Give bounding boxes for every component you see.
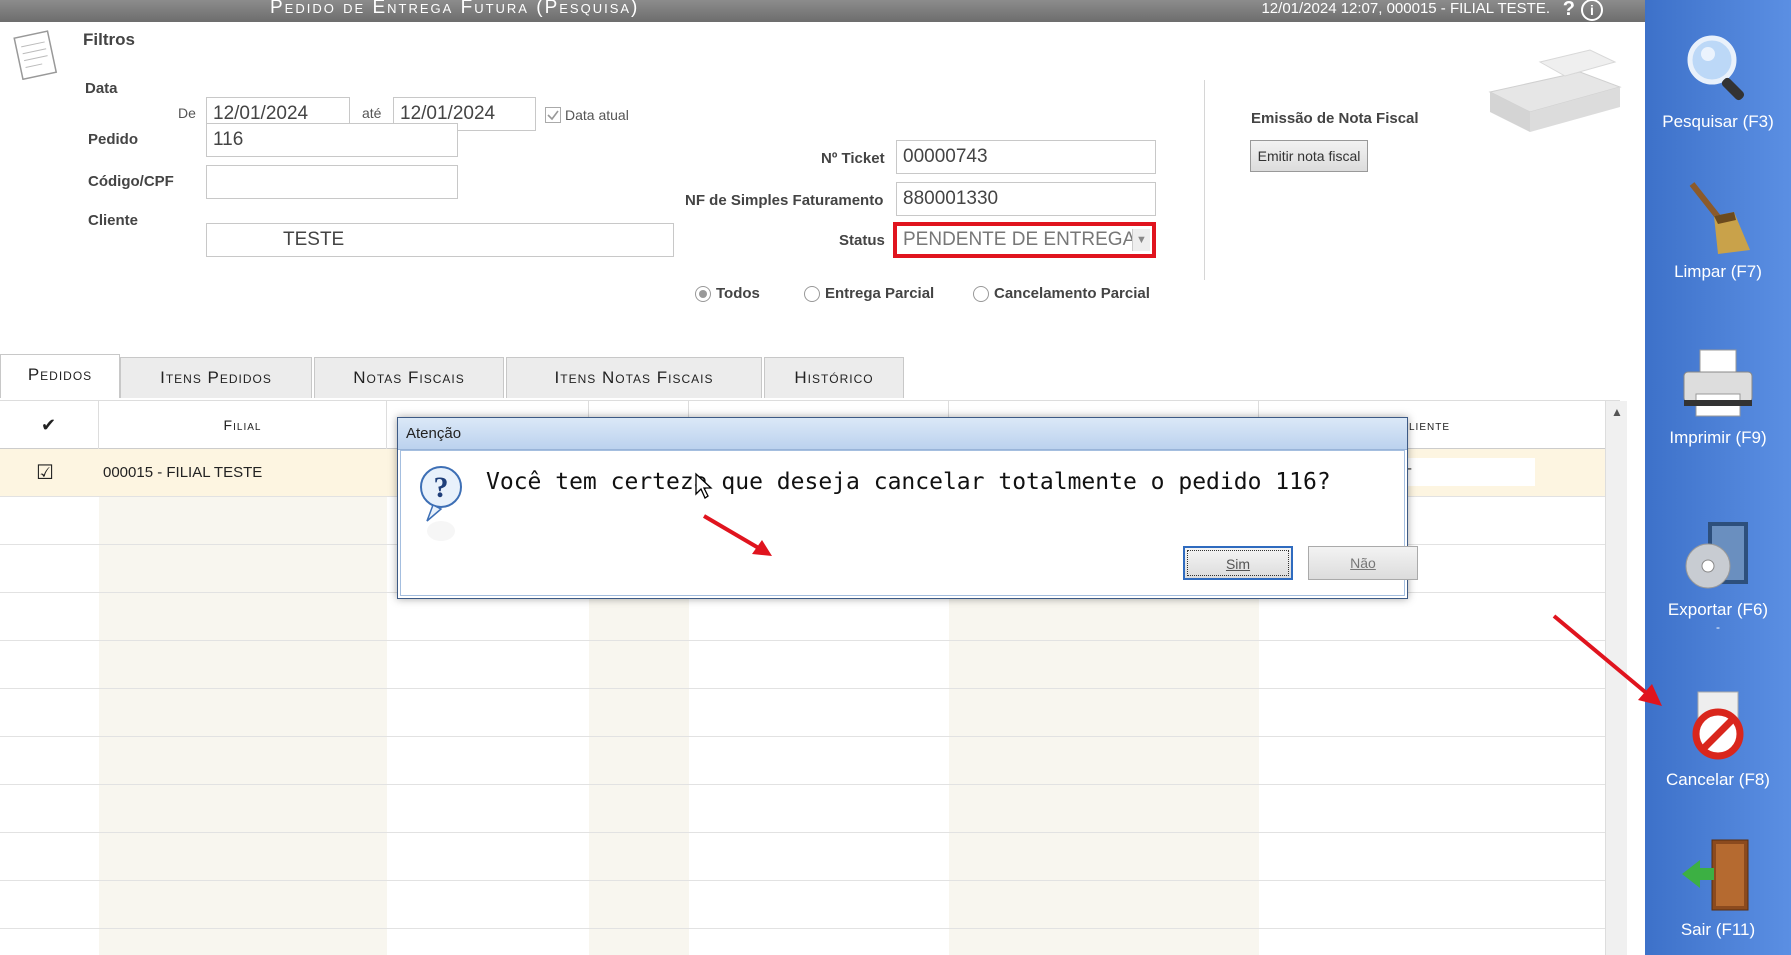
table-row[interactable] (0, 881, 1605, 929)
session-info: 12/01/2024 12:07, 000015 - FILIAL TESTE. (1261, 0, 1550, 17)
pesquisar-button[interactable]: Pesquisar (F3) (1645, 28, 1791, 132)
imprimir-button[interactable]: Imprimir (F9) (1645, 344, 1791, 448)
cancelar-button[interactable]: Cancelar (F8) (1645, 686, 1791, 790)
data-label: Data (85, 80, 118, 97)
radio-entrega-parcial[interactable] (804, 286, 820, 302)
table-row[interactable] (0, 689, 1605, 737)
exportar-sub: - (1716, 620, 1720, 634)
sair-button[interactable]: Sair (F11) (1645, 836, 1791, 940)
de-label: De (178, 105, 196, 121)
table-row[interactable] (0, 833, 1605, 881)
fiscal-printer-icon (1488, 49, 1622, 132)
question-icon: ? (420, 466, 462, 541)
header-filial[interactable]: Filial (99, 401, 387, 449)
cliente-label: Cliente (88, 212, 139, 229)
tab-itens-notas-fiscais[interactable]: Itens Notas Fiscais (506, 357, 762, 398)
filters-title: Filtros (83, 30, 135, 49)
radio-cancelamento-parcial[interactable] (973, 286, 989, 302)
tab-notas-fiscais[interactable]: Notas Fiscais (314, 357, 504, 398)
data-atual-label: Data atual (565, 107, 629, 123)
nf-label: NF de Simples Faturamento (685, 192, 884, 209)
divider (1204, 80, 1205, 280)
nao-button[interactable]: Não (1308, 546, 1418, 580)
table-row[interactable] (0, 737, 1605, 785)
radio-todos-label: Todos (716, 285, 760, 302)
row-cliente-box: - (1405, 458, 1535, 486)
tab-historico[interactable]: Histórico (764, 357, 904, 398)
tab-pedidos[interactable]: Pedidos (0, 354, 120, 398)
nf-input[interactable]: 880001330 (896, 182, 1156, 216)
row-filial: 000015 - FILIAL TESTE (103, 464, 263, 481)
pesquisar-label: Pesquisar (F3) (1662, 112, 1774, 131)
pedido-label: Pedido (88, 131, 139, 148)
tab-bar: Pedidos Itens Pedidos Notas Fiscais Iten… (0, 354, 1640, 398)
codigo-input[interactable] (206, 165, 458, 199)
ticket-input[interactable]: 00000743 (896, 140, 1156, 174)
status-value: PENDENTE DE ENTREGA (903, 229, 1136, 250)
exportar-button[interactable]: Exportar (F6) - (1645, 516, 1791, 634)
notepad-icon (13, 30, 58, 80)
title-bar: Pedido de Entrega Futura (Pesquisa) 12/0… (0, 0, 1645, 22)
chevron-down-icon[interactable]: ▼ (1132, 229, 1150, 251)
limpar-button[interactable]: Limpar (F7) (1645, 178, 1791, 282)
status-label: Status (839, 232, 885, 249)
broom-icon (1689, 182, 1750, 254)
exit-door-icon (1682, 839, 1749, 911)
pedido-input[interactable]: 116 (206, 123, 458, 157)
chevron-up-icon[interactable]: ▲ (1606, 401, 1628, 423)
table-row[interactable] (0, 641, 1605, 689)
magnifier-icon (1687, 35, 1745, 101)
info-icon[interactable]: i (1581, 0, 1603, 21)
radio-entrega-label: Entrega Parcial (825, 285, 935, 302)
dialog-title: Atenção (398, 418, 1407, 450)
header-check[interactable]: ✔ (0, 401, 99, 449)
emitir-nota-button[interactable]: Emitir nota fiscal (1250, 140, 1368, 172)
dialog-message: Você tem certeza que deseja cancelar tot… (486, 469, 1331, 495)
help-icon[interactable]: ? (1563, 0, 1575, 21)
table-row[interactable] (0, 593, 1605, 641)
sair-label: Sair (F11) (1680, 920, 1756, 939)
limpar-label: Limpar (F7) (1674, 262, 1762, 281)
imprimir-label: Imprimir (F9) (1669, 428, 1767, 447)
cancelar-label: Cancelar (F8) (1666, 770, 1770, 789)
check-icon (547, 110, 559, 121)
window-title: Pedido de Entrega Futura (Pesquisa) (270, 0, 640, 18)
row-checkbox[interactable]: ☑ (36, 449, 54, 497)
nf-emissao-title: Emissão de Nota Fiscal (1251, 110, 1419, 127)
ticket-label: Nº Ticket (821, 150, 885, 167)
svg-text:?: ? (434, 471, 449, 504)
confirm-dialog: Atenção ? Você tem certeza que deseja ca… (397, 417, 1418, 599)
action-sidebar: Pesquisar (F3) Limpar (F7) Imprimir (F9)… (1645, 0, 1791, 955)
printer-icon (1683, 349, 1753, 417)
status-select[interactable]: PENDENTE DE ENTREGA ▼ (893, 222, 1156, 258)
cancel-icon (1692, 691, 1744, 760)
ate-label: até (362, 105, 382, 121)
tab-itens-pedidos[interactable]: Itens Pedidos (120, 357, 312, 398)
vertical-scrollbar[interactable]: ▲ (1605, 401, 1627, 955)
codigo-label: Código/CPF (88, 173, 174, 190)
exportar-label: Exportar (F6) (1667, 600, 1769, 619)
export-disc-icon (1685, 522, 1748, 589)
filters-panel: Filtros Data De 12/01/2024 até 12/01/202… (0, 22, 1645, 352)
table-row[interactable] (0, 785, 1605, 833)
data-atual-checkbox[interactable] (545, 107, 561, 123)
radio-cancel-label: Cancelamento Parcial (994, 285, 1150, 302)
cliente-input[interactable]: TESTE (206, 223, 674, 257)
sim-button[interactable]: Sim (1183, 546, 1293, 580)
radio-todos[interactable] (695, 286, 711, 302)
